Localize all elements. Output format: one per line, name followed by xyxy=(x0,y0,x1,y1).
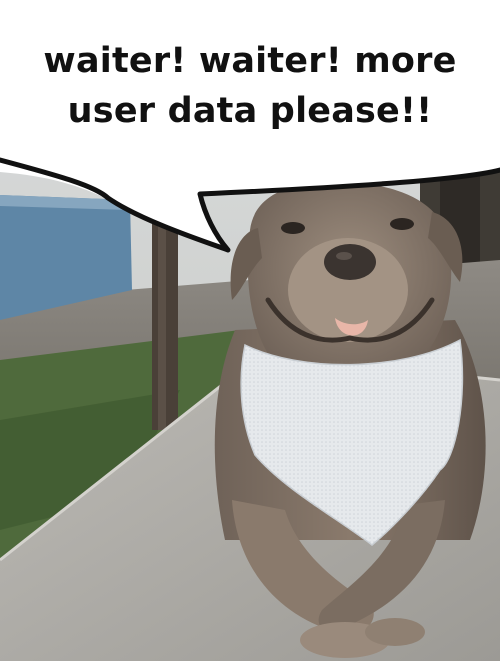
caption-line-1: waiter! waiter! more xyxy=(43,41,457,81)
caption-line-2: user data please!! xyxy=(67,91,433,131)
dog-left-eye xyxy=(281,222,305,234)
speech-bubble-text: waiter! waiter! more user data please!! xyxy=(0,36,500,136)
dog-right-eye xyxy=(390,218,414,230)
meme-image: waiter! waiter! more user data please!! xyxy=(0,0,500,661)
dog-nose xyxy=(324,244,376,280)
